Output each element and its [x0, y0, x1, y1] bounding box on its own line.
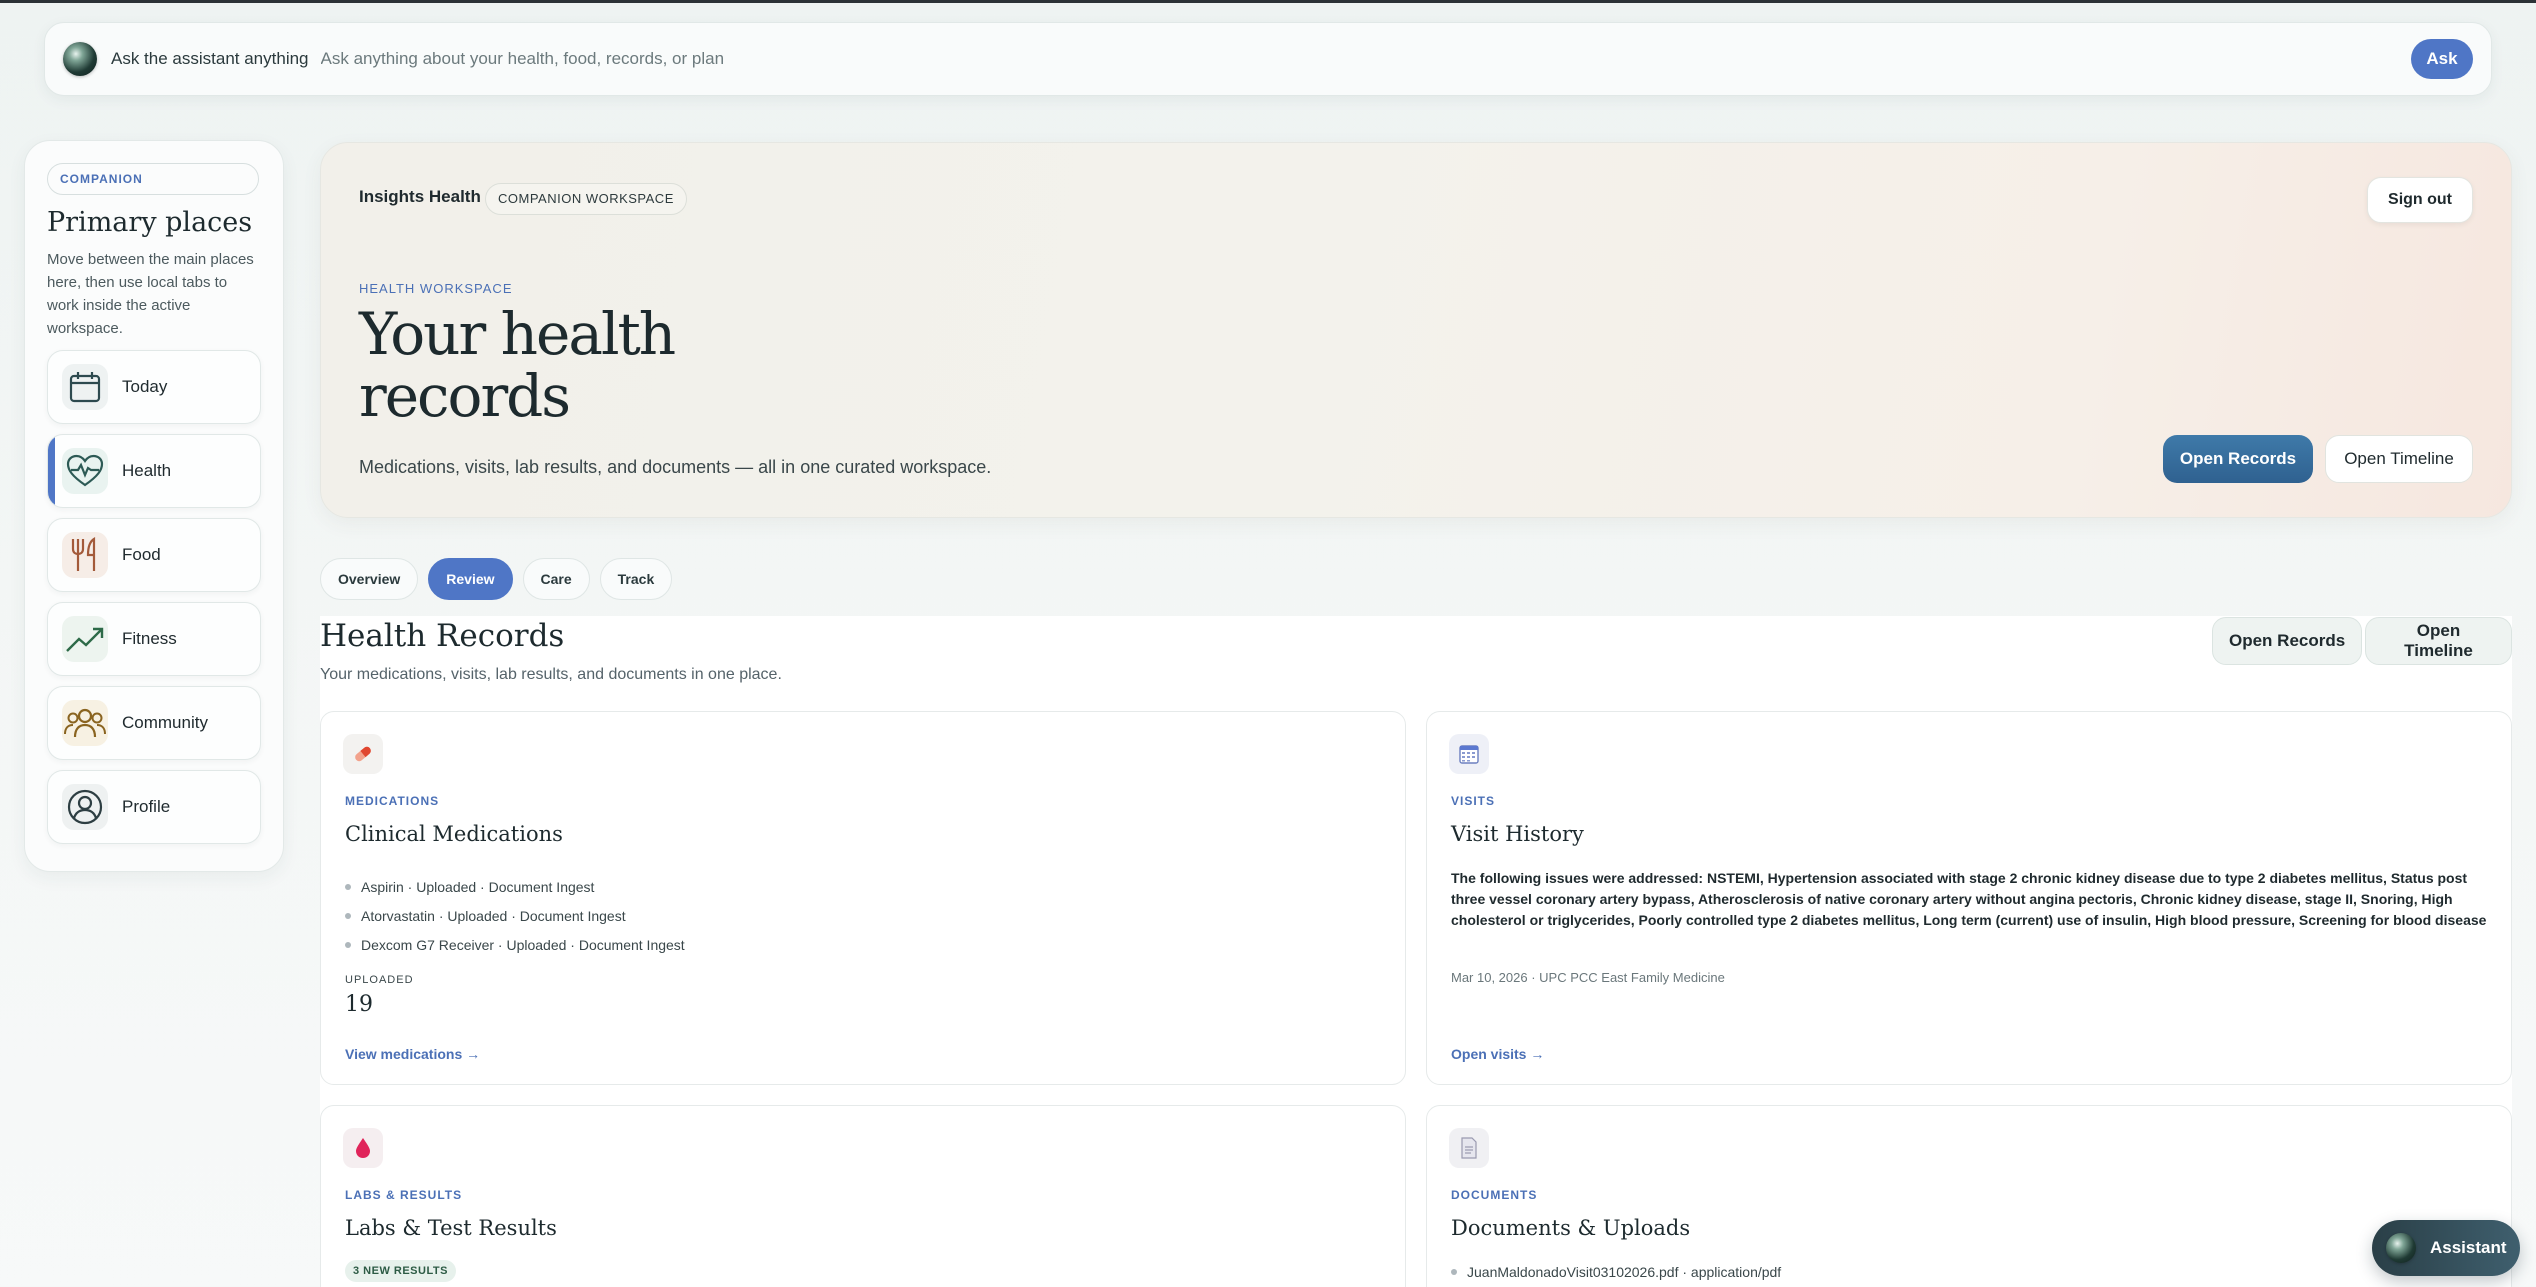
section-title: Health Records	[320, 618, 565, 654]
medication-list: Aspirin · Uploaded · Document Ingest Ato…	[345, 872, 685, 959]
assistant-fab-button[interactable]: Assistant	[2372, 1220, 2520, 1276]
sidebar-chip: COMPANION	[47, 163, 259, 195]
document-icon	[1449, 1128, 1489, 1168]
stat-label: UPLOADED	[345, 974, 414, 986]
open-records-button[interactable]: Open Records	[2163, 435, 2313, 483]
list-item: Atorvastatin · Uploaded · Document Inges…	[345, 901, 685, 930]
card-title: Clinical Medications	[345, 822, 563, 846]
open-timeline-button[interactable]: Open Timeline	[2325, 435, 2473, 483]
documents-card: DOCUMENTS Documents & Uploads JuanMaldon…	[1426, 1105, 2512, 1287]
trend-up-icon	[62, 616, 108, 662]
hero-eyebrow: HEALTH WORKSPACE	[359, 281, 513, 296]
page-title: Your health records	[359, 300, 676, 430]
card-kicker: LABS & RESULTS	[345, 1188, 463, 1202]
window-top-edge	[0, 0, 2536, 3]
sidebar-item-fitness[interactable]: Fitness	[47, 602, 261, 676]
sidebar-title: Primary places	[47, 207, 253, 238]
assistant-bar: Ask the assistant anything Ask	[44, 22, 2492, 96]
section-description: Your medications, visits, lab results, a…	[320, 666, 782, 683]
card-kicker: DOCUMENTS	[1451, 1188, 1538, 1202]
calendar-grid-icon	[1449, 734, 1489, 774]
sidebar-item-label: Fitness	[122, 629, 177, 648]
sidebar-item-label: Today	[122, 377, 168, 396]
user-circle-icon	[62, 784, 108, 830]
medications-card: MEDICATIONS Clinical Medications Aspirin…	[320, 711, 1406, 1085]
assistant-orb-icon	[2386, 1233, 2416, 1263]
sidebar: COMPANION Primary places Move between th…	[24, 140, 284, 872]
sidebar-item-food[interactable]: Food	[47, 518, 261, 592]
assistant-bar-label: Ask the assistant anything	[111, 49, 309, 68]
list-item: Dexcom G7 Receiver · Uploaded · Document…	[345, 930, 685, 959]
sidebar-item-community[interactable]: Community	[47, 686, 261, 760]
sidebar-item-today[interactable]: Today	[47, 350, 261, 424]
assistant-fab-label: Assistant	[2430, 1238, 2507, 1257]
card-title: Visit History	[1451, 822, 1584, 846]
section-open-timeline-button[interactable]: Open Timeline	[2365, 617, 2512, 665]
sidebar-item-profile[interactable]: Profile	[47, 770, 261, 844]
people-icon	[62, 700, 108, 746]
card-title: Documents & Uploads	[1451, 1216, 1691, 1240]
tab-review[interactable]: Review	[428, 558, 513, 600]
sidebar-item-label: Profile	[122, 797, 171, 816]
sidebar-item-label: Health	[122, 461, 172, 480]
hero-description: Medications, visits, lab results, and do…	[359, 457, 992, 477]
sidebar-description: Move between the main places here, then …	[47, 251, 254, 337]
hero-panel: Insights Health COMPANION WORKSPACE Sign…	[320, 142, 2512, 518]
brand-name: Insights Health	[359, 187, 481, 206]
stat-value: 19	[345, 992, 373, 1017]
visit-meta: Mar 10, 2026 · UPC PCC East Family Medic…	[1451, 970, 1725, 985]
health-records-section: Health Records Your medications, visits,…	[320, 616, 2512, 1287]
sidebar-item-health[interactable]: Health	[47, 434, 261, 508]
heart-pulse-icon	[62, 448, 108, 494]
calendar-icon	[62, 364, 108, 410]
card-kicker: VISITS	[1451, 794, 1496, 808]
labs-card: LABS & RESULTS Labs & Test Results 3 NEW…	[320, 1105, 1406, 1287]
sign-out-button[interactable]: Sign out	[2367, 177, 2473, 223]
ask-button[interactable]: Ask	[2411, 39, 2473, 79]
pill-icon	[343, 734, 383, 774]
sidebar-item-label: Food	[122, 545, 161, 564]
card-title: Labs & Test Results	[345, 1216, 557, 1240]
document-item: JuanMaldonadoVisit03102026.pdf · applica…	[1451, 1264, 1781, 1280]
visit-description: The following issues were addressed: NST…	[1451, 870, 2487, 928]
new-results-badge: 3 NEW RESULTS	[345, 1260, 456, 1282]
visits-card: VISITS Visit History The following issue…	[1426, 711, 2512, 1085]
tab-track[interactable]: Track	[599, 558, 673, 600]
blood-drop-icon	[343, 1128, 383, 1168]
local-tabs: Overview Review Care Track	[320, 558, 673, 600]
tab-care[interactable]: Care	[522, 558, 590, 600]
card-kicker: MEDICATIONS	[345, 794, 440, 808]
view-medications-link[interactable]: View medications →	[345, 1046, 480, 1062]
utensils-icon	[62, 532, 108, 578]
open-visits-link[interactable]: Open visits →	[1451, 1046, 1544, 1062]
assistant-search-input[interactable]	[320, 49, 2411, 69]
sidebar-item-label: Community	[122, 713, 208, 732]
list-item: Aspirin · Uploaded · Document Ingest	[345, 872, 685, 901]
assistant-orb-icon	[63, 42, 97, 76]
workspace-chip: COMPANION WORKSPACE	[485, 183, 687, 215]
section-open-records-button[interactable]: Open Records	[2212, 617, 2363, 665]
tab-overview[interactable]: Overview	[320, 558, 419, 600]
